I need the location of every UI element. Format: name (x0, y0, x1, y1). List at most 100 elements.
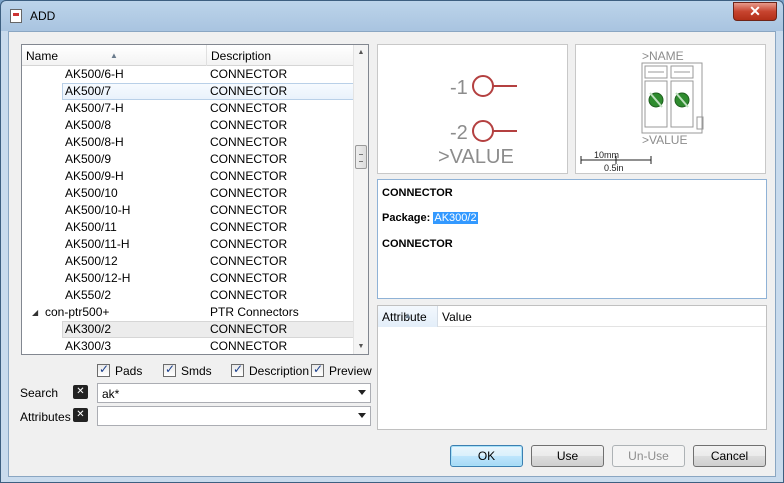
row-description: CONNECTOR (210, 152, 288, 166)
tree-row[interactable]: AK500/7-H CONNECTOR (22, 100, 355, 117)
clear-search-icon[interactable]: ✕ (73, 385, 88, 399)
tree-row[interactable]: AK500/12 CONNECTOR (22, 253, 355, 270)
tree-row[interactable]: AK500/11-H CONNECTOR (22, 236, 355, 253)
symbol-preview: -1 -2 >VALUE (377, 44, 568, 174)
tree-header: Name ▲ Description (22, 45, 355, 66)
tree-row[interactable]: AK500/11 CONNECTOR (22, 219, 355, 236)
scroll-down-icon[interactable]: ▼ (354, 339, 368, 354)
row-description: CONNECTOR (210, 288, 288, 302)
row-description: CONNECTOR (210, 237, 288, 251)
window-title: ADD (30, 9, 56, 23)
smds-label: Smds (181, 364, 212, 378)
checkbox-checked-icon (163, 362, 176, 377)
pin2-circle (472, 120, 494, 142)
attributes-combo[interactable] (97, 406, 371, 426)
dialog-body: Name ▲ Description AK500/6-H CONNECTOR AK5… (8, 31, 776, 477)
tree-row[interactable]: AK500/8 CONNECTOR (22, 117, 355, 134)
tree-row[interactable]: AK500/10-H CONNECTOR (22, 202, 355, 219)
row-description: CONNECTOR (210, 84, 288, 98)
column-description-header[interactable]: Description (207, 45, 355, 66)
tree-row[interactable]: AK500/6-H CONNECTOR (22, 66, 355, 83)
scroll-up-icon[interactable]: ▲ (354, 45, 368, 60)
clear-attributes-icon[interactable]: ✕ (73, 408, 88, 422)
value-column-header[interactable]: Value (442, 306, 472, 327)
add-dialog: ADD ✕ Name ▲ Description AK500/6-H CONNEC… (0, 0, 784, 483)
dropdown-arrow-icon[interactable] (358, 413, 366, 418)
preview-label: Preview (329, 364, 372, 378)
row-description: CONNECTOR (210, 135, 288, 149)
tree-row[interactable]: AK500/9 CONNECTOR (22, 151, 355, 168)
smds-checkbox[interactable]: Smds (163, 362, 212, 380)
tree-row[interactable]: AK550/2 CONNECTOR (22, 287, 355, 304)
ok-button[interactable]: OK (450, 445, 523, 467)
row-name: AK550/2 (65, 288, 112, 302)
tree-row[interactable]: AK300/2 CONNECTOR (62, 321, 355, 338)
checkbox-checked-icon (231, 362, 244, 377)
package-preview: >NAME >VALUE 10mm 0.5in (575, 44, 766, 174)
row-name: AK300/3 (65, 339, 112, 353)
tree-row[interactable]: AK300/3 CONNECTOR (22, 338, 355, 354)
column-description-label: Description (211, 49, 272, 63)
column-name-header[interactable]: Name ▲ (22, 45, 207, 66)
attributes-table[interactable]: ▲ Attribute Value (377, 305, 767, 430)
package-link[interactable]: AK300/2 (433, 212, 478, 224)
scroll-thumb[interactable] (355, 145, 367, 169)
row-description: CONNECTOR (210, 339, 288, 353)
dropdown-arrow-icon[interactable] (358, 390, 366, 395)
row-name: con-ptr500+ (45, 305, 110, 319)
attributes-label: Attributes (20, 410, 71, 424)
row-name: AK300/2 (65, 322, 112, 336)
attribute-column-header[interactable]: ▲ Attribute (378, 306, 438, 327)
tree-row[interactable]: AK500/10 CONNECTOR (22, 185, 355, 202)
tree-group-row[interactable]: ◢ con-ptr500+ PTR Connectors (22, 304, 355, 321)
tree-rows: AK500/6-H CONNECTOR AK500/7 CONNECTOR AK500/… (22, 66, 355, 354)
column-name-label: Name (26, 49, 59, 63)
row-name: AK500/10-H (65, 203, 131, 217)
row-description: CONNECTOR (210, 186, 288, 200)
package-label: Package: (382, 212, 431, 224)
pin1-circle (472, 75, 494, 97)
pin2-label: -2 (450, 122, 468, 144)
description-label: Description (249, 364, 310, 378)
row-name: AK500/11 (65, 220, 117, 234)
tree-row[interactable]: AK500/8-H CONNECTOR (22, 134, 355, 151)
description-checkbox[interactable]: Description (231, 362, 310, 380)
row-name: AK500/12 (65, 254, 118, 268)
tree-row[interactable]: AK500/7 CONNECTOR (62, 83, 355, 100)
title-bar: ADD ✕ (1, 1, 783, 31)
search-value[interactable]: ak* (102, 387, 119, 401)
info-description: CONNECTOR (382, 238, 453, 250)
pin1-label: -1 (450, 77, 468, 99)
cancel-button[interactable]: Cancel (693, 445, 766, 467)
row-name: AK500/7 (65, 84, 112, 98)
sort-ascending-icon: ▲ (404, 311, 412, 320)
tree-scrollbar[interactable]: ▲ ▼ (353, 45, 368, 354)
preview-checkbox[interactable]: Preview (311, 362, 372, 380)
scale-mm-label: 10mm (594, 150, 619, 160)
info-title: CONNECTOR (382, 187, 453, 199)
row-description: CONNECTOR (210, 203, 288, 217)
checkbox-checked-icon (311, 362, 324, 377)
info-package-row: Package: AK300/2 (382, 212, 478, 225)
value-placeholder: >VALUE (642, 133, 687, 147)
row-name: AK500/6-H (65, 67, 124, 81)
package-drawing: >NAME >VALUE 10mm 0.5in (580, 49, 704, 173)
attributes-header: ▲ Attribute Value (378, 306, 766, 327)
value-placeholder: >VALUE (438, 146, 514, 168)
search-combo[interactable]: ak* (97, 383, 371, 403)
use-button[interactable]: Use (531, 445, 604, 467)
row-name: AK500/9-H (65, 169, 124, 183)
device-info-panel: CONNECTOR Package: AK300/2 CONNECTOR (377, 179, 767, 299)
row-name: AK500/7-H (65, 101, 124, 115)
tree-row[interactable]: AK500/12-H CONNECTOR (22, 270, 355, 287)
tree-row[interactable]: AK500/9-H CONNECTOR (22, 168, 355, 185)
pads-checkbox[interactable]: Pads (97, 362, 142, 380)
close-button[interactable]: ✕ (733, 2, 777, 21)
row-description: CONNECTOR (210, 118, 288, 132)
device-tree[interactable]: Name ▲ Description AK500/6-H CONNECTOR AK5… (21, 44, 369, 355)
row-name: AK500/8-H (65, 135, 124, 149)
unuse-button[interactable]: Un-Use (612, 445, 685, 467)
row-description: CONNECTOR (210, 101, 288, 115)
expand-collapse-icon[interactable]: ◢ (32, 304, 38, 321)
row-name: AK500/12-H (65, 271, 131, 285)
